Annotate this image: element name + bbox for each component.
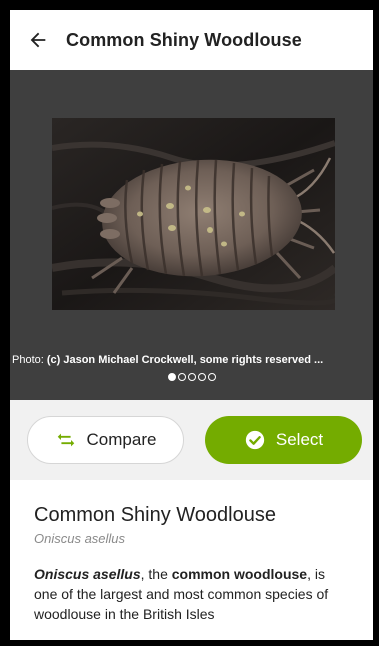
compare-label: Compare bbox=[86, 430, 157, 449]
carousel-pagination bbox=[10, 373, 373, 387]
desc-scientific-name: Oniscus asellus bbox=[34, 566, 141, 582]
check-circle-icon bbox=[245, 430, 265, 450]
photo-carousel[interactable]: Photo: (c) Jason Michael Crockwell, some… bbox=[10, 70, 373, 400]
app-bar: Common Shiny Woodlouse bbox=[10, 10, 373, 70]
page-title: Common Shiny Woodlouse bbox=[66, 29, 302, 50]
carousel-dot-3[interactable] bbox=[187, 373, 196, 381]
select-label: Select bbox=[275, 430, 324, 449]
woodlouse-photo-image bbox=[52, 118, 335, 310]
carousel-dot-5[interactable] bbox=[207, 373, 216, 381]
attribution-prefix: Photo: bbox=[12, 354, 47, 366]
taxon-photo[interactable] bbox=[52, 118, 335, 310]
desc-text-1: , the bbox=[140, 566, 172, 582]
compare-button[interactable]: Compare bbox=[27, 416, 184, 464]
attribution-credit: (c) Jason Michael Crockwell, some rights… bbox=[46, 354, 324, 366]
action-bar: Compare Select bbox=[10, 400, 373, 480]
arrow-left-icon bbox=[30, 32, 46, 48]
device-frame: Common Shiny Woodlouse Photo: (c) Jason … bbox=[0, 0, 379, 646]
carousel-dot-2[interactable] bbox=[177, 373, 186, 381]
photo-attribution: Photo: (c) Jason Michael Crockwell, some… bbox=[10, 354, 373, 366]
app-screen: Common Shiny Woodlouse Photo: (c) Jason … bbox=[10, 10, 373, 640]
select-button[interactable]: Select bbox=[205, 416, 362, 464]
carousel-dot-4[interactable] bbox=[197, 373, 206, 381]
desc-common-name: common woodlouse bbox=[171, 566, 308, 582]
swap-arrows-icon bbox=[57, 433, 74, 447]
back-button[interactable] bbox=[10, 10, 66, 70]
taxon-description: Oniscus asellus, the common woodlouse, i… bbox=[34, 564, 349, 624]
taxon-scientific-name: Oniscus asellus bbox=[34, 531, 126, 546]
taxon-common-name: Common Shiny Woodlouse bbox=[34, 504, 276, 526]
taxon-details: Common Shiny Woodlouse Oniscus asellus O… bbox=[10, 480, 373, 640]
carousel-dot-1[interactable] bbox=[167, 373, 176, 381]
